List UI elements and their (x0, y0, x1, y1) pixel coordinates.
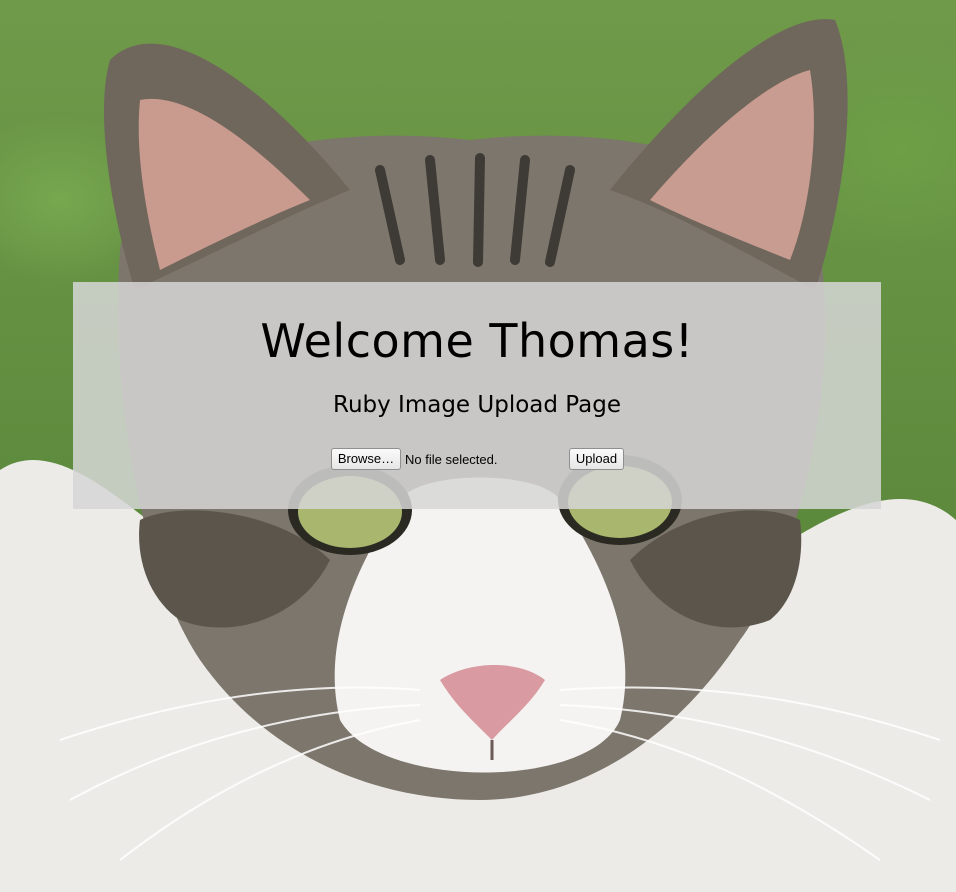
file-status-text: No file selected. (405, 452, 498, 467)
upload-button[interactable]: Upload (569, 448, 624, 470)
upload-form: Browse… No file selected. Upload (331, 447, 631, 473)
page-subtitle: Ruby Image Upload Page (333, 392, 621, 418)
browse-button[interactable]: Browse… (331, 448, 401, 470)
page-title: Welcome Thomas! (260, 314, 694, 368)
welcome-panel: Welcome Thomas! Ruby Image Upload Page B… (73, 282, 881, 509)
